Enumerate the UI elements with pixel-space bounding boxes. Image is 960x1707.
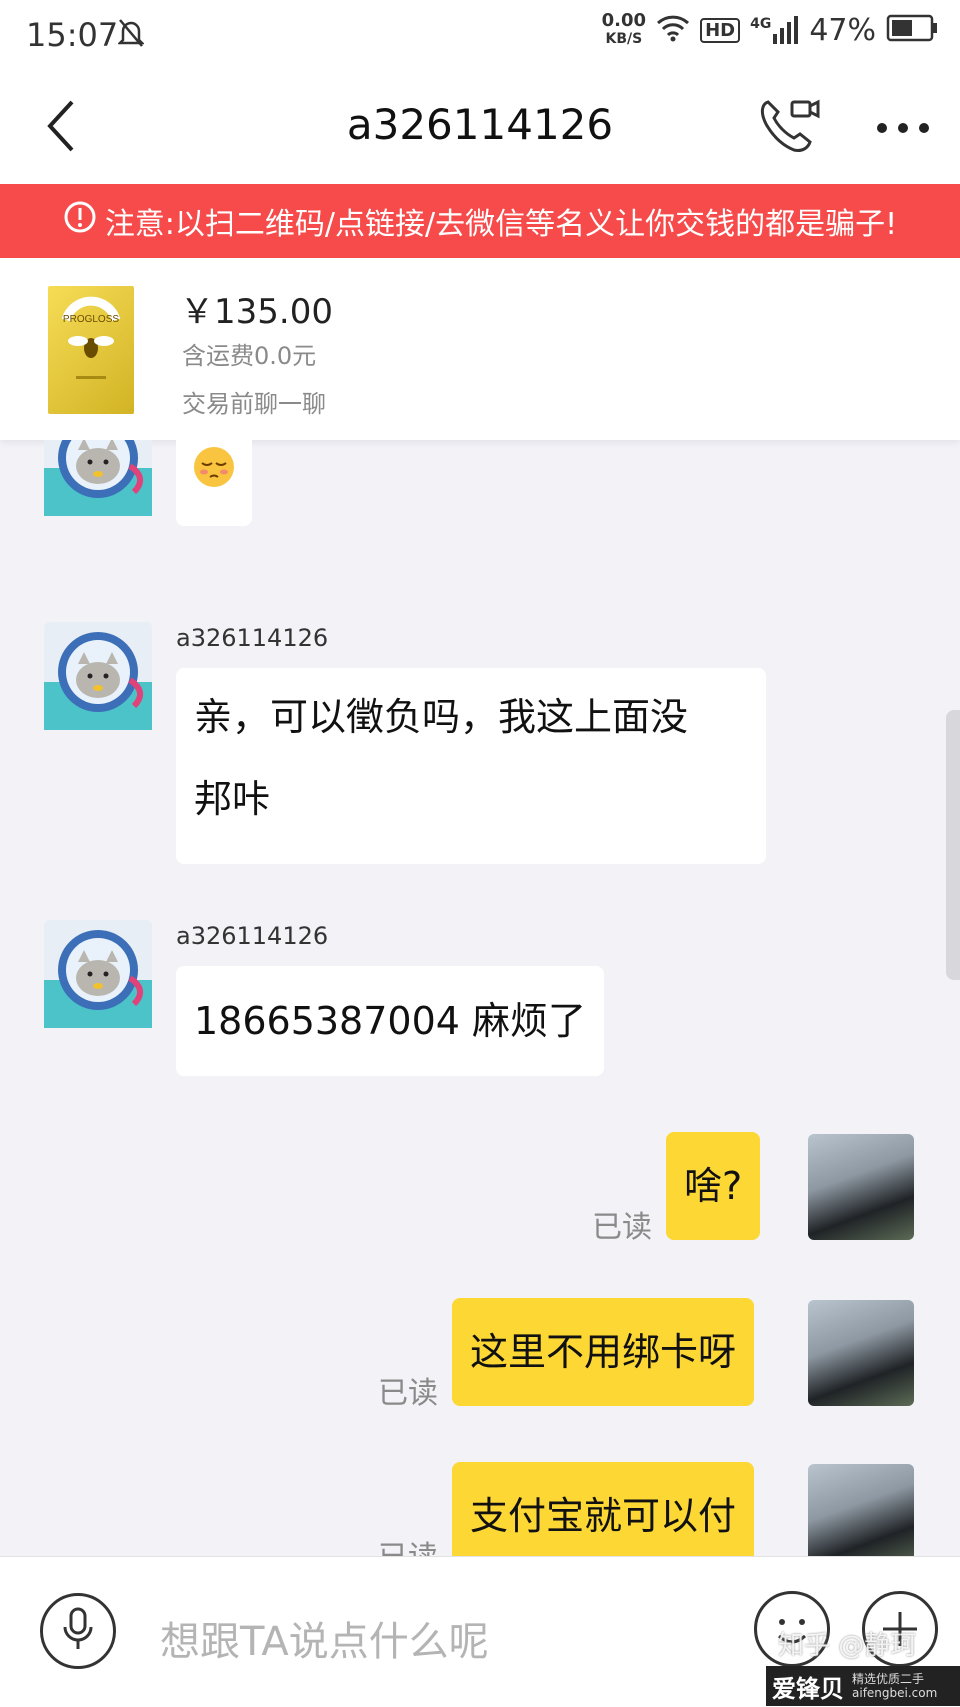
chat-header: a326114126 [0, 70, 960, 184]
fraud-warning-banner: 注意:以扫二维码/点链接/去微信等名义让你交钱的都是骗子! [0, 184, 960, 258]
signal-type: 4G [750, 16, 772, 32]
microphone-icon [61, 1607, 95, 1655]
status-bar: 15:07 0.00 KB/S HD 4G 47% [0, 0, 960, 70]
outgoing-message[interactable]: 支付宝就可以付 [452, 1462, 755, 1556]
seller-avatar[interactable] [44, 622, 152, 730]
emoji-message[interactable] [176, 440, 252, 526]
seller-avatar[interactable] [44, 440, 152, 516]
incoming-message[interactable]: 亲，可以徵负吗，我这上面没 邦咔 [176, 668, 766, 864]
signal-icon: 4G [750, 16, 799, 44]
battery-percent: 47% [809, 12, 876, 48]
battery-icon [886, 14, 938, 46]
sender-name: a326114126 [176, 922, 329, 950]
watermark-url: aifengbei.com [852, 1686, 938, 1700]
product-card[interactable]: PROGLOSS ￥135.00 含运费0.0元 交易前聊一聊 [0, 258, 960, 440]
hd-badge: HD [700, 17, 741, 43]
seller-avatar[interactable] [44, 920, 152, 1028]
scrollbar-handle[interactable] [946, 710, 960, 980]
incoming-message[interactable]: 18665387004 麻烦了 [176, 966, 605, 1076]
watermark-brand: 爱锋贝 [772, 1674, 844, 1703]
site-watermark: 爱锋贝 精选优质二手 aifengbei.com [766, 1666, 960, 1706]
call-video-icon[interactable] [758, 94, 822, 160]
message-line: 亲，可以徵负吗，我这上面没 [194, 695, 689, 739]
my-avatar[interactable] [808, 1464, 914, 1556]
outgoing-message[interactable]: 这里不用绑卡呀 [452, 1298, 755, 1406]
more-options-icon[interactable] [876, 120, 930, 139]
my-avatar[interactable] [808, 1134, 914, 1240]
message-input[interactable]: 想跟TA说点什么呢 [160, 1609, 489, 1667]
message-list[interactable]: a326114126 亲，可以徵负吗，我这上面没 邦咔 a326114126 1… [0, 440, 960, 1556]
read-status: 已读 [378, 1376, 438, 1411]
read-status: 已读 [592, 1210, 652, 1245]
message-line: 邦咔 [194, 777, 271, 821]
network-speed: 0.00 KB/S [602, 12, 646, 48]
alert-icon [63, 200, 97, 242]
outgoing-message[interactable]: 啥? [666, 1132, 761, 1240]
my-avatar[interactable] [808, 1300, 914, 1406]
watermark-tagline: 精选优质二手 [852, 1672, 925, 1686]
product-price: ￥135.00 [180, 292, 333, 332]
warning-text: 注意:以扫二维码/点链接/去微信等名义让你交钱的都是骗子! [104, 207, 898, 242]
product-thumbnail[interactable]: PROGLOSS [48, 286, 134, 414]
read-status: 已读 [378, 1532, 438, 1556]
sleepy-face-icon [192, 440, 236, 517]
network-speed-unit: KB/S [605, 31, 643, 47]
voice-input-button[interactable] [40, 1593, 116, 1669]
product-logo-text: PROGLOSS [63, 314, 119, 325]
wifi-icon [656, 14, 690, 46]
watermark-text: 精选优质二手 aifengbei.com [844, 1672, 937, 1700]
shipping-fee: 含运费0.0元 [182, 342, 317, 370]
sender-name: a326114126 [176, 624, 329, 652]
mute-bell-icon [116, 18, 146, 52]
chat-before-trade-label: 交易前聊一聊 [182, 390, 326, 418]
zhihu-watermark: 知乎 @静珂 [778, 1631, 917, 1661]
network-speed-value: 0.00 [601, 10, 647, 31]
status-time: 15:07 [26, 16, 119, 54]
